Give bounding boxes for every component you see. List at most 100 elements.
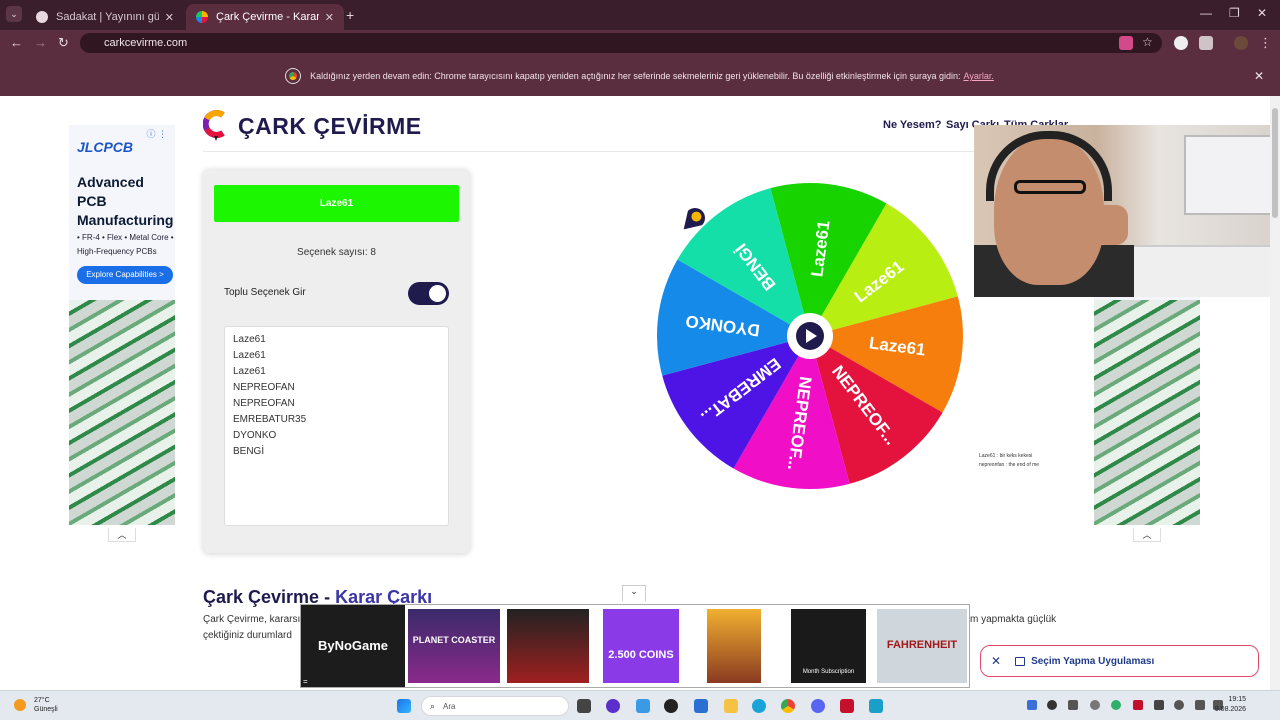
ad-bar-collapse-icon[interactable]: ⌄	[622, 585, 646, 601]
menu-kebab-icon[interactable]: ⋮	[1259, 35, 1272, 51]
profile-avatar[interactable]	[1234, 36, 1248, 50]
scrollbar-thumb[interactable]	[1272, 108, 1278, 218]
option-line: Laze61	[233, 334, 266, 345]
reload-icon[interactable]: ↻	[58, 35, 69, 51]
new-tab-button[interactable]: +	[346, 7, 354, 23]
cark-favicon-icon	[196, 11, 208, 23]
nav-ne-yesem[interactable]: Ne Yesem?	[883, 119, 942, 131]
extension-icon[interactable]	[1174, 36, 1188, 50]
overlay-line: Laze61 : bir keks kekesi	[979, 453, 1033, 459]
forward-icon[interactable]: →	[34, 35, 47, 50]
glasses	[1014, 180, 1086, 194]
tab-search-button[interactable]: ⌄	[6, 6, 22, 22]
ad-collapse-icon[interactable]: ︿	[1133, 528, 1161, 542]
tab-bar: ⌄ Sadakat | Yayınını güçlendirmek ✕ Çark…	[0, 0, 1280, 30]
bulk-entry-toggle[interactable]	[408, 282, 449, 305]
bookmark-star-icon[interactable]: ☆	[1142, 35, 1153, 49]
thumbs-up	[1094, 205, 1128, 245]
address-bar-row: ← → ↻ carkcevirme.com ☆ ⋮	[0, 30, 1280, 56]
equals-icon: =	[303, 677, 308, 686]
ad-tile-coins[interactable]: 2.500 COINS	[603, 609, 679, 683]
taskbar-search[interactable]: ⌕ Ara	[421, 696, 569, 716]
ad-collapse-icon[interactable]: ︿	[108, 528, 136, 542]
tray-icon[interactable]	[1068, 700, 1078, 710]
app-icon[interactable]	[840, 699, 854, 713]
back-icon[interactable]: ←	[10, 35, 23, 50]
omnibox[interactable]: carkcevirme.com	[80, 33, 1162, 53]
bulk-entry-label: Toplu Seçenek Gir	[224, 287, 306, 298]
ad-cta-button[interactable]: Explore Capabilities >	[77, 266, 173, 284]
ad-tile-fahrenheit[interactable]: FAHRENHEIT	[877, 609, 967, 683]
maximize-icon[interactable]: ❐	[1229, 6, 1240, 20]
article-line: çektiğiniz durumlard	[203, 630, 292, 641]
mic-icon[interactable]	[1174, 700, 1184, 710]
ad-tile-game[interactable]	[507, 609, 589, 683]
weather-desc: Güneşli	[34, 706, 58, 713]
clock[interactable]: 19:15 9.08.2026	[1215, 695, 1246, 715]
tray-icon[interactable]	[1154, 700, 1164, 710]
network-icon[interactable]	[1195, 700, 1205, 710]
ad-tile-borderlands[interactable]	[707, 609, 761, 683]
article-line: Çark Çevirme, kararsız	[203, 614, 303, 625]
app-icon[interactable]	[694, 699, 708, 713]
infobar-settings-link[interactable]: Ayarlar.	[963, 71, 993, 81]
tray-icon[interactable]	[1111, 700, 1121, 710]
app-icon[interactable]	[606, 699, 620, 713]
header-divider	[203, 151, 1068, 152]
ad-tile-planet-coaster[interactable]: PLANET COASTER	[408, 609, 500, 683]
spin-wheel[interactable]: Laze61Laze61Laze61NEPREOF...NEPREOF...EM…	[640, 166, 980, 506]
cast-icon[interactable]	[1119, 36, 1133, 50]
site-title[interactable]: ÇARK ÇEVİRME	[238, 113, 422, 140]
tab-sadakat[interactable]: Sadakat | Yayınını güçlendirmek ✕	[26, 4, 184, 30]
app-icon[interactable]	[664, 699, 678, 713]
page-scrollbar[interactable]	[1270, 96, 1280, 690]
puzzle-icon[interactable]	[1199, 36, 1213, 50]
start-icon[interactable]	[397, 699, 411, 713]
pcb-image	[1094, 300, 1200, 525]
app-toast[interactable]: ✕ Seçim Yapma Uygulaması	[980, 645, 1259, 677]
clock-date: 9.08.2026	[1214, 706, 1246, 713]
infobar-message: Kaldığınız yerden devam edin: Chrome tar…	[310, 71, 961, 81]
tray-icon[interactable]	[1027, 700, 1037, 710]
task-view-icon[interactable]	[577, 699, 591, 713]
toast-app-icon	[1015, 656, 1026, 666]
option-count: Seçenek sayısı: 8	[297, 247, 376, 258]
discord-icon[interactable]	[811, 699, 825, 713]
tray-icon[interactable]	[1133, 700, 1143, 710]
tray-icon[interactable]	[1090, 700, 1100, 710]
stream-overlay: Laze61 : bir keks kekesi nepreonfan : th…	[979, 452, 1039, 470]
bottom-ad-bar[interactable]: ByNoGame = PLANET COASTER 2.500 COINS Mo…	[300, 604, 970, 688]
close-tab-icon[interactable]: ✕	[325, 11, 334, 24]
sun-icon	[14, 699, 26, 711]
close-window-icon[interactable]: ✕	[1257, 6, 1267, 20]
edge-icon[interactable]	[752, 699, 766, 713]
close-tab-icon[interactable]: ✕	[165, 11, 174, 24]
toast-label: Seçim Yapma Uygulaması	[1031, 655, 1155, 667]
minimize-icon[interactable]: —	[1200, 6, 1212, 20]
tab-cark-cevirme[interactable]: Çark Çevirme - Karar Çarkı ✕	[186, 4, 344, 30]
weather-temp: 27°C	[34, 697, 50, 704]
app-icon[interactable]	[869, 699, 883, 713]
ad-tile-subscription[interactable]: Month Subscription	[791, 609, 866, 683]
option-line: Laze61	[233, 366, 266, 377]
infobar-close-icon[interactable]: ✕	[1254, 69, 1264, 83]
options-textarea[interactable]: Laze61 Laze61 Laze61 NEPREOFAN NEPREOFAN EMRE…	[224, 326, 449, 526]
ad-features: • FR-4 • Flex • Metal Core • High-Freque…	[77, 233, 174, 256]
file-explorer-icon[interactable]	[724, 699, 738, 713]
tab-title: Çark Çevirme - Karar Çarkı	[216, 11, 319, 23]
chrome-icon[interactable]	[781, 699, 795, 713]
option-line: BENGİ	[233, 446, 265, 457]
left-ad[interactable]: ⓘ ⋮ JLCPCB Advanced PCB Manufacturing • …	[69, 125, 175, 525]
overlay-line: nepreonfan : the end of me	[979, 462, 1040, 468]
search-placeholder: Ara	[443, 701, 456, 711]
bynogame-logo[interactable]: ByNoGame	[301, 605, 405, 687]
cabinet	[1134, 245, 1280, 297]
ad-info-icon[interactable]: ⓘ ⋮	[146, 127, 167, 140]
site-logo-icon[interactable]	[203, 109, 229, 141]
tray-icon[interactable]	[1047, 700, 1057, 710]
toast-close-icon[interactable]: ✕	[991, 654, 1001, 668]
url-text: carkcevirme.com	[104, 37, 188, 49]
app-icon[interactable]	[636, 699, 650, 713]
mirror	[1184, 135, 1274, 215]
weather-widget[interactable]: 27°C Güneşli	[14, 696, 58, 714]
